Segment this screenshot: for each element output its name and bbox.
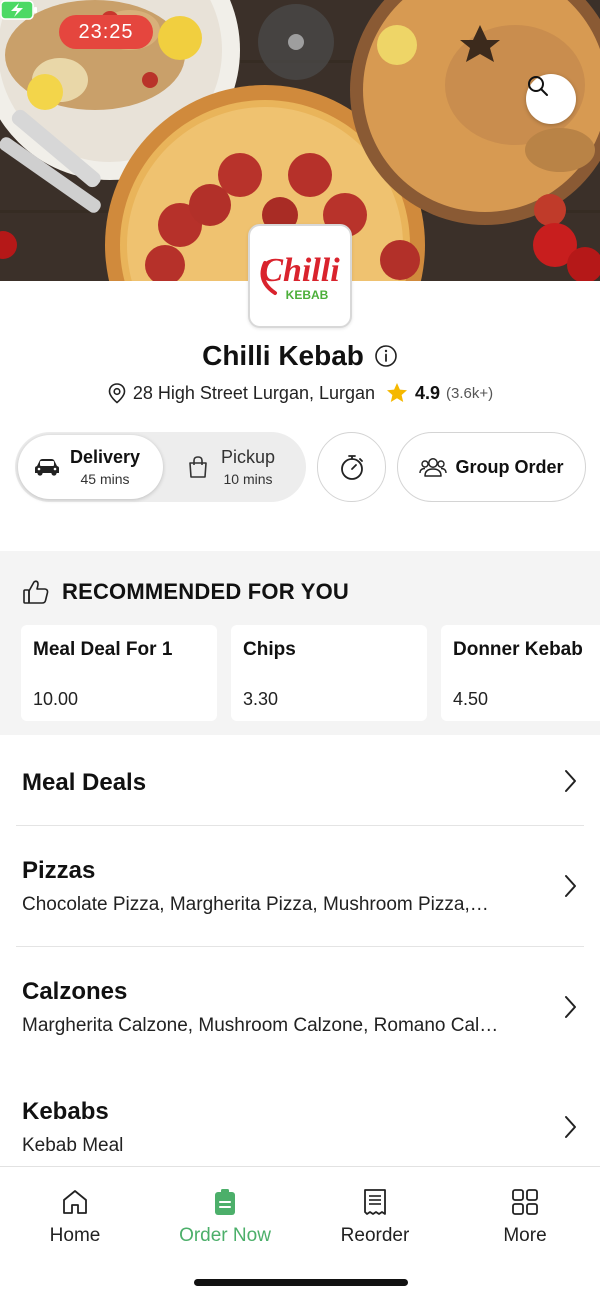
recommended-card[interactable]: Donner Kebab 4.50 xyxy=(441,625,600,721)
pickup-label: Pickup xyxy=(221,447,276,467)
recommended-title: RECOMMENDED FOR YOU xyxy=(62,579,349,604)
battery-charging-icon xyxy=(0,0,37,20)
nav-order-now-label: Order Now xyxy=(179,1225,271,1246)
category-description: Margherita Calzone, Mushroom Calzone, Ro… xyxy=(22,1015,499,1036)
nav-more[interactable]: More xyxy=(450,1187,600,1247)
group-users-icon xyxy=(419,458,448,477)
recommended-card[interactable]: Meal Deal For 1 10.00 xyxy=(21,625,217,721)
category-row-kebabs[interactable]: Kebabs Kebab Meal xyxy=(0,1067,600,1166)
address-row: 28 High Street Lurgan, Lurgan 4.9 (3.6k+… xyxy=(0,378,600,408)
pickup-option[interactable]: Pickup 10 mins xyxy=(185,435,303,499)
recommended-card[interactable]: Chips 3.30 xyxy=(231,625,427,721)
nav-order-now[interactable]: Order Now xyxy=(150,1187,300,1247)
nav-reorder[interactable]: Reorder xyxy=(300,1187,450,1247)
recommended-item-price: 4.50 xyxy=(453,689,489,709)
category-name: Pizzas xyxy=(22,857,96,884)
category-row-pizzas[interactable]: Pizzas Chocolate Pizza, Margherita Pizza… xyxy=(0,826,600,946)
home-icon xyxy=(63,1190,87,1214)
chilli-kebab-logo: Chilli KEBAB xyxy=(260,252,340,302)
chevron-right-icon xyxy=(565,1116,576,1138)
receipt-icon xyxy=(364,1189,386,1215)
location-pin-icon xyxy=(108,383,126,404)
store-rating: 4.9 xyxy=(415,382,441,403)
group-order-button[interactable]: Group Order xyxy=(397,432,586,502)
recommended-item-price: 3.30 xyxy=(243,689,279,709)
delivery-time: 45 mins xyxy=(80,471,130,487)
thumbs-up-icon xyxy=(23,580,49,604)
category-name: Calzones xyxy=(22,978,128,1005)
svg-text:KEBAB: KEBAB xyxy=(286,288,329,302)
store-address: 28 High Street Lurgan, Lurgan xyxy=(132,382,376,403)
schedule-button[interactable] xyxy=(317,432,386,502)
svg-text:Chilli: Chilli xyxy=(260,252,340,289)
order-bag-icon xyxy=(215,1189,235,1215)
stopwatch-icon xyxy=(340,455,363,480)
pickup-time: 10 mins xyxy=(223,471,273,487)
order-mode-toggle: Delivery 45 mins Pickup 10 mins xyxy=(15,432,306,502)
category-description: Kebab Meal xyxy=(22,1135,124,1156)
delivery-label: Delivery xyxy=(70,447,141,467)
recommended-item-name: Meal Deal For 1 xyxy=(33,639,173,660)
recommended-header: RECOMMENDED FOR YOU xyxy=(22,579,349,605)
category-name: Meal Deals xyxy=(22,769,147,796)
nav-home-label: Home xyxy=(49,1225,101,1246)
recommended-item-name: Donner Kebab xyxy=(453,639,583,660)
chevron-right-icon xyxy=(565,875,576,897)
delivery-option[interactable]: Delivery 45 mins xyxy=(18,435,163,499)
category-description: Chocolate Pizza, Margherita Pizza, Mushr… xyxy=(22,894,489,915)
nav-more-label: More xyxy=(503,1225,547,1246)
review-count: (3.6k+) xyxy=(446,384,494,402)
recommended-item-name: Chips xyxy=(243,639,296,660)
star-icon xyxy=(387,383,408,402)
store-logo: Chilli KEBAB xyxy=(248,224,352,328)
recommended-item-price: 10.00 xyxy=(33,689,79,709)
chevron-right-icon xyxy=(565,770,576,792)
recommended-section: RECOMMENDED FOR YOU Meal Deal For 1 10.0… xyxy=(0,551,600,735)
shopping-bag-icon xyxy=(189,456,207,478)
grid-icon xyxy=(512,1189,538,1215)
chevron-right-icon xyxy=(565,996,576,1018)
nav-reorder-label: Reorder xyxy=(340,1225,410,1246)
store-name: Chilli Kebab xyxy=(202,340,364,371)
search-icon xyxy=(528,76,548,96)
status-time: 23:25 xyxy=(59,15,153,49)
store-name-row: Chilli Kebab xyxy=(0,336,600,376)
car-icon xyxy=(35,459,59,476)
nav-home[interactable]: Home xyxy=(0,1187,150,1247)
category-row-meal-deals[interactable]: Meal Deals xyxy=(0,735,600,825)
category-name: Kebabs xyxy=(22,1098,109,1125)
info-icon[interactable] xyxy=(374,344,398,368)
search-button[interactable] xyxy=(526,74,576,124)
group-order-label: Group Order xyxy=(455,456,564,477)
home-indicator[interactable] xyxy=(194,1279,408,1286)
category-row-calzones[interactable]: Calzones Margherita Calzone, Mushroom Ca… xyxy=(0,947,600,1067)
